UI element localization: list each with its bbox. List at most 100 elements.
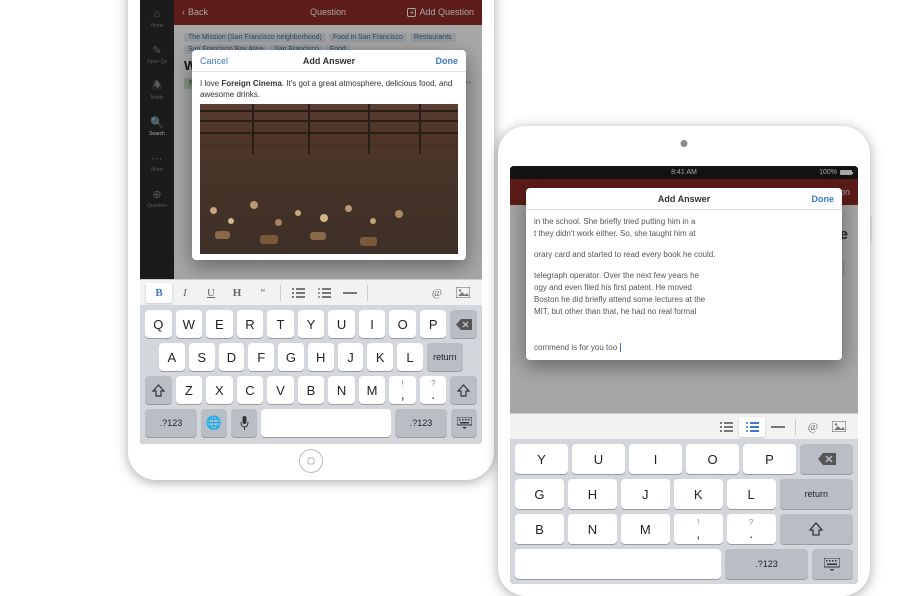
quote-button[interactable]: “ bbox=[250, 283, 276, 303]
key-m[interactable]: M bbox=[359, 376, 386, 404]
done-button[interactable]: Done bbox=[812, 194, 835, 204]
ipad-right: 8:41 AM 100% +Add Question with the ••• … bbox=[498, 126, 870, 596]
key-shift-right[interactable] bbox=[450, 376, 477, 404]
key-b[interactable]: B bbox=[298, 376, 325, 404]
mention-button[interactable]: @ bbox=[800, 417, 826, 437]
key-m[interactable]: M bbox=[621, 514, 670, 544]
sidebar-search[interactable]: 🔍Search bbox=[149, 115, 165, 137]
image-button[interactable] bbox=[826, 417, 852, 437]
key-u[interactable]: U bbox=[328, 310, 355, 338]
key-j[interactable]: J bbox=[621, 479, 670, 509]
ordered-list-button[interactable] bbox=[285, 283, 311, 303]
key-z[interactable]: Z bbox=[176, 376, 203, 404]
key-l[interactable]: L bbox=[397, 343, 423, 371]
answer-editor[interactable]: in the school. She briefly tried putting… bbox=[526, 210, 842, 360]
key-b[interactable]: B bbox=[515, 514, 564, 544]
ordered-list-button[interactable] bbox=[713, 417, 739, 437]
question-icon: ⊕ bbox=[150, 187, 164, 201]
sidebar-more[interactable]: ⋯More bbox=[150, 151, 164, 173]
key-n[interactable]: N bbox=[568, 514, 617, 544]
key-x[interactable]: X bbox=[206, 376, 233, 404]
key-mic[interactable] bbox=[231, 409, 257, 437]
header-title: Question bbox=[310, 7, 346, 17]
key-period[interactable]: ?. bbox=[727, 514, 776, 544]
key-s[interactable]: S bbox=[189, 343, 215, 371]
key-globe[interactable]: 🌐 bbox=[201, 409, 227, 437]
key-j[interactable]: J bbox=[338, 343, 364, 371]
topic-chip[interactable]: Restaurants bbox=[410, 33, 456, 42]
keyboard-row-4: .?123 bbox=[513, 549, 855, 579]
bold-button[interactable]: B bbox=[146, 283, 172, 303]
add-answer-modal: Cancel Add Answer Done I love Foreign Ci… bbox=[192, 50, 466, 260]
topic-chip[interactable]: The Mission (San Francisco neighborhood) bbox=[184, 33, 326, 42]
key-hide-keyboard[interactable] bbox=[812, 549, 853, 579]
sidebar-home[interactable]: ⌂Home bbox=[150, 7, 164, 29]
key-i[interactable]: I bbox=[359, 310, 386, 338]
key-y[interactable]: Y bbox=[515, 444, 568, 474]
key-c[interactable]: C bbox=[237, 376, 264, 404]
key-n[interactable]: N bbox=[328, 376, 355, 404]
key-d[interactable]: D bbox=[219, 343, 245, 371]
image-button[interactable] bbox=[450, 283, 476, 303]
done-button[interactable]: Done bbox=[436, 56, 459, 66]
key-space[interactable] bbox=[515, 549, 721, 579]
italic-button[interactable]: I bbox=[172, 283, 198, 303]
cancel-button[interactable]: Cancel bbox=[200, 56, 228, 66]
key-h[interactable]: H bbox=[568, 479, 617, 509]
key-numbers-right[interactable]: .?123 bbox=[725, 549, 808, 579]
key-period[interactable]: ?. bbox=[420, 376, 447, 404]
key-o[interactable]: O bbox=[686, 444, 739, 474]
key-comma[interactable]: !, bbox=[389, 376, 416, 404]
key-a[interactable]: A bbox=[159, 343, 185, 371]
format-toolbar: B I U H “ @ bbox=[140, 279, 482, 305]
key-y[interactable]: Y bbox=[298, 310, 325, 338]
unordered-list-button[interactable] bbox=[739, 417, 765, 437]
key-comma[interactable]: !, bbox=[674, 514, 723, 544]
separator bbox=[280, 285, 281, 301]
answer-editor[interactable]: I love Foreign Cinema. It's got a great … bbox=[192, 72, 466, 260]
key-w[interactable]: W bbox=[176, 310, 203, 338]
key-q[interactable]: Q bbox=[145, 310, 172, 338]
key-g[interactable]: G bbox=[515, 479, 564, 509]
topic-chip[interactable]: Food in San Francisco bbox=[329, 33, 407, 42]
mention-button[interactable]: @ bbox=[424, 283, 450, 303]
key-p[interactable]: P bbox=[420, 310, 447, 338]
key-space[interactable] bbox=[261, 409, 391, 437]
key-v[interactable]: V bbox=[267, 376, 294, 404]
home-button[interactable] bbox=[299, 449, 323, 473]
key-r[interactable]: R bbox=[237, 310, 264, 338]
key-o[interactable]: O bbox=[389, 310, 416, 338]
hr-button[interactable] bbox=[765, 417, 791, 437]
add-question-button[interactable]: +Add Question bbox=[407, 7, 474, 17]
key-backspace[interactable] bbox=[800, 444, 853, 474]
key-p[interactable]: P bbox=[743, 444, 796, 474]
key-return[interactable]: return bbox=[780, 479, 853, 509]
key-f[interactable]: F bbox=[248, 343, 274, 371]
key-u[interactable]: U bbox=[572, 444, 625, 474]
sidebar-openqs[interactable]: ✎Open Qs bbox=[147, 43, 167, 65]
key-shift-right[interactable] bbox=[780, 514, 853, 544]
underline-button[interactable]: U bbox=[198, 283, 224, 303]
key-g[interactable]: G bbox=[278, 343, 304, 371]
key-return[interactable]: return bbox=[427, 343, 463, 371]
unordered-list-button[interactable] bbox=[311, 283, 337, 303]
back-button[interactable]: ‹Back bbox=[182, 7, 208, 17]
key-numbers-right[interactable]: .?123 bbox=[395, 409, 447, 437]
heading-button[interactable]: H bbox=[224, 283, 250, 303]
hr-button[interactable] bbox=[337, 283, 363, 303]
key-k[interactable]: K bbox=[674, 479, 723, 509]
sidebar-notifs[interactable]: 🕭Notifs bbox=[150, 79, 164, 101]
key-k[interactable]: K bbox=[367, 343, 393, 371]
key-hide-keyboard[interactable] bbox=[451, 409, 477, 437]
key-h[interactable]: H bbox=[308, 343, 334, 371]
sidebar-question[interactable]: ⊕Question bbox=[147, 187, 167, 209]
key-numbers[interactable]: .?123 bbox=[145, 409, 197, 437]
key-e[interactable]: E bbox=[206, 310, 233, 338]
bell-icon: 🕭 bbox=[150, 79, 164, 93]
key-shift[interactable] bbox=[145, 376, 172, 404]
key-backspace[interactable] bbox=[450, 310, 477, 338]
keyboard: Y U I O P G H J K L return B N M !, ?. bbox=[510, 439, 858, 584]
key-i[interactable]: I bbox=[629, 444, 682, 474]
key-t[interactable]: T bbox=[267, 310, 294, 338]
key-l[interactable]: L bbox=[727, 479, 776, 509]
